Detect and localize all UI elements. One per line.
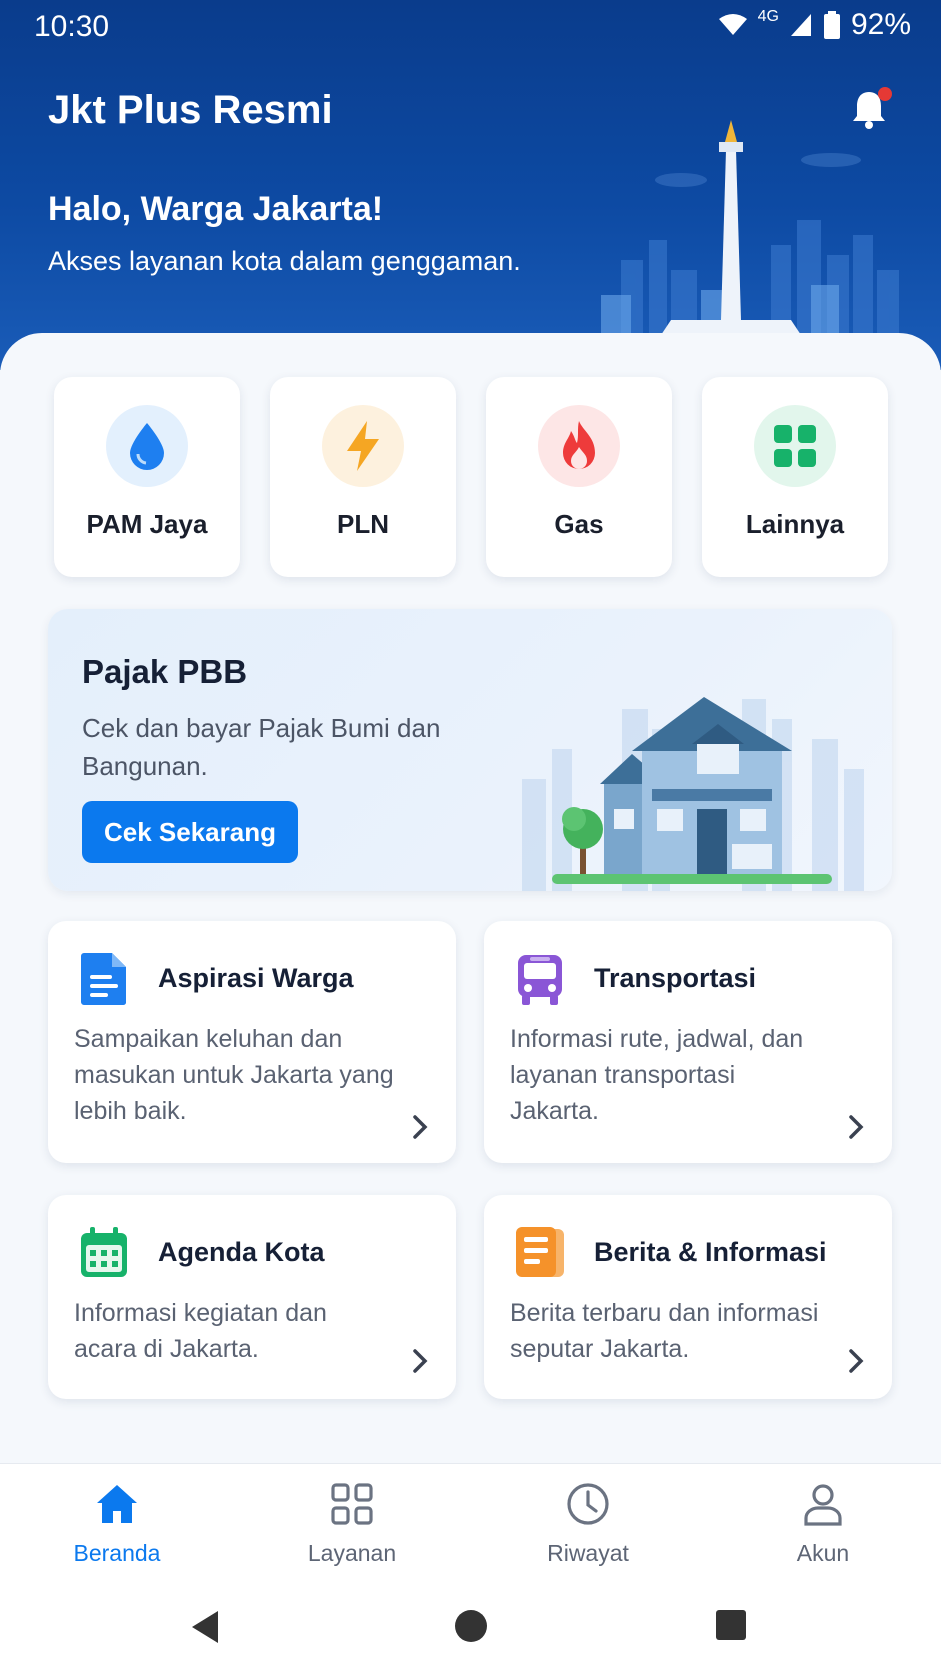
system-navigation-bar (0, 1593, 941, 1672)
notification-dot (878, 87, 892, 101)
home-icon (97, 1485, 137, 1523)
card-title: Transportasi (594, 963, 757, 993)
card-title: Berita & Informasi (594, 1237, 827, 1267)
card-description: Sampaikan keluhan dan masukan untuk Jaka… (74, 1025, 394, 1125)
quick-service-label: PAM Jaya (86, 509, 208, 539)
banner-title: Pajak PBB (82, 653, 248, 690)
card-title: Aspirasi Warga (158, 963, 354, 993)
bottom-navigation: Beranda Layanan Riwayat Akun (0, 1463, 941, 1593)
nav-label: Riwayat (547, 1540, 629, 1566)
card-description: Informasi kegiatan dan acara di Jakarta. (74, 1299, 327, 1363)
chevron-right-icon (849, 1349, 864, 1373)
quick-service-gas[interactable]: Gas (486, 377, 672, 577)
grid-icon (774, 425, 816, 467)
card-title: Agenda Kota (158, 1237, 325, 1267)
wifi-icon (718, 14, 747, 35)
card-description: Berita terbaru dan informasi seputar Jak… (510, 1299, 819, 1363)
lightning-icon (347, 421, 379, 471)
document-icon (81, 953, 126, 1006)
home-circle-icon[interactable] (454, 1609, 488, 1643)
nav-layanan[interactable]: Layanan (272, 1480, 432, 1567)
nav-beranda[interactable]: Beranda (37, 1480, 197, 1567)
grid-outline-icon (331, 1483, 373, 1525)
recents-icon[interactable] (715, 1609, 747, 1641)
network-type: 4G (757, 8, 779, 25)
nav-label: Akun (796, 1540, 850, 1566)
status-icons: 4G 92% (718, 8, 911, 42)
quick-service-label: Gas (554, 509, 604, 539)
nav-label: Layanan (307, 1540, 397, 1566)
card-agenda-kota[interactable]: Agenda Kota Informasi kegiatan dan acara… (48, 1195, 456, 1399)
card-transportasi[interactable]: Transportasi Informasi rute, jadwal, dan… (484, 921, 892, 1163)
flame-icon (563, 421, 595, 469)
chevron-right-icon (413, 1115, 428, 1139)
pbb-tax-banner: Pajak PBB Cek dan bayar Pajak Bumi dan B… (48, 609, 892, 891)
person-icon (804, 1484, 842, 1526)
quick-service-pam-jaya[interactable]: PAM Jaya (54, 377, 240, 577)
quick-services-row: PAM Jaya PLN Gas Lainnya (54, 377, 888, 577)
bus-icon (518, 955, 562, 1005)
status-bar: 10:30 4G 92% (0, 0, 941, 56)
battery-percent: 92% (850, 8, 911, 41)
back-icon[interactable] (188, 1609, 222, 1645)
house-illustration (522, 697, 864, 891)
nav-riwayat[interactable]: Riwayat (508, 1480, 668, 1567)
nav-label: Beranda (73, 1540, 161, 1566)
water-drop-icon (130, 423, 164, 470)
chevron-right-icon (413, 1349, 428, 1373)
news-icon (516, 1227, 564, 1277)
cellular-signal-icon (790, 14, 811, 36)
nav-akun[interactable]: Akun (743, 1480, 903, 1567)
quick-service-label: PLN (337, 509, 389, 539)
greeting-subtitle: Akses layanan kota dalam genggaman. (48, 246, 521, 276)
card-berita-informasi[interactable]: Berita & Informasi Berita terbaru dan in… (484, 1195, 892, 1399)
clock-icon (567, 1483, 609, 1525)
quick-service-label: Lainnya (745, 509, 845, 539)
chevron-right-icon (849, 1115, 864, 1139)
quick-service-pln[interactable]: PLN (270, 377, 456, 577)
status-time: 10:30 (34, 10, 110, 43)
calendar-icon (81, 1227, 127, 1277)
card-description: Informasi rute, jadwal, dan layanan tran… (510, 1025, 804, 1125)
check-now-button[interactable]: Cek Sekarang (82, 801, 298, 863)
battery-icon (823, 11, 840, 39)
greeting-title: Halo, Warga Jakarta! (48, 190, 384, 228)
card-aspirasi-warga[interactable]: Aspirasi Warga Sampaikan keluhan dan mas… (48, 921, 456, 1163)
main-content: PAM Jaya PLN Gas Lainnya Pajak PBB Cek d… (0, 333, 941, 1463)
banner-subtitle: Cek dan bayar Pajak Bumi dan Bangunan. (82, 713, 441, 781)
app-title: Jkt Plus Resmi (48, 88, 333, 132)
quick-service-lainnya[interactable]: Lainnya (702, 377, 888, 577)
app-header: 10:30 4G 92% Jkt Plus Resmi Halo, Warga … (0, 0, 941, 370)
